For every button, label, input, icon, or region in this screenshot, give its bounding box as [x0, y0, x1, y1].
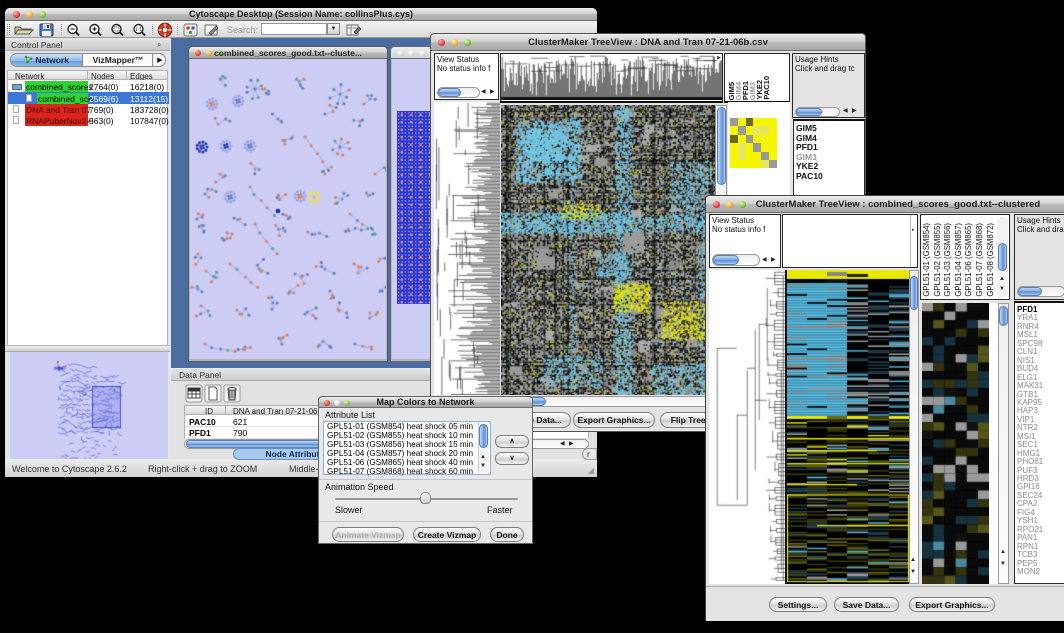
svg-text:1:1: 1:1 [135, 27, 142, 33]
